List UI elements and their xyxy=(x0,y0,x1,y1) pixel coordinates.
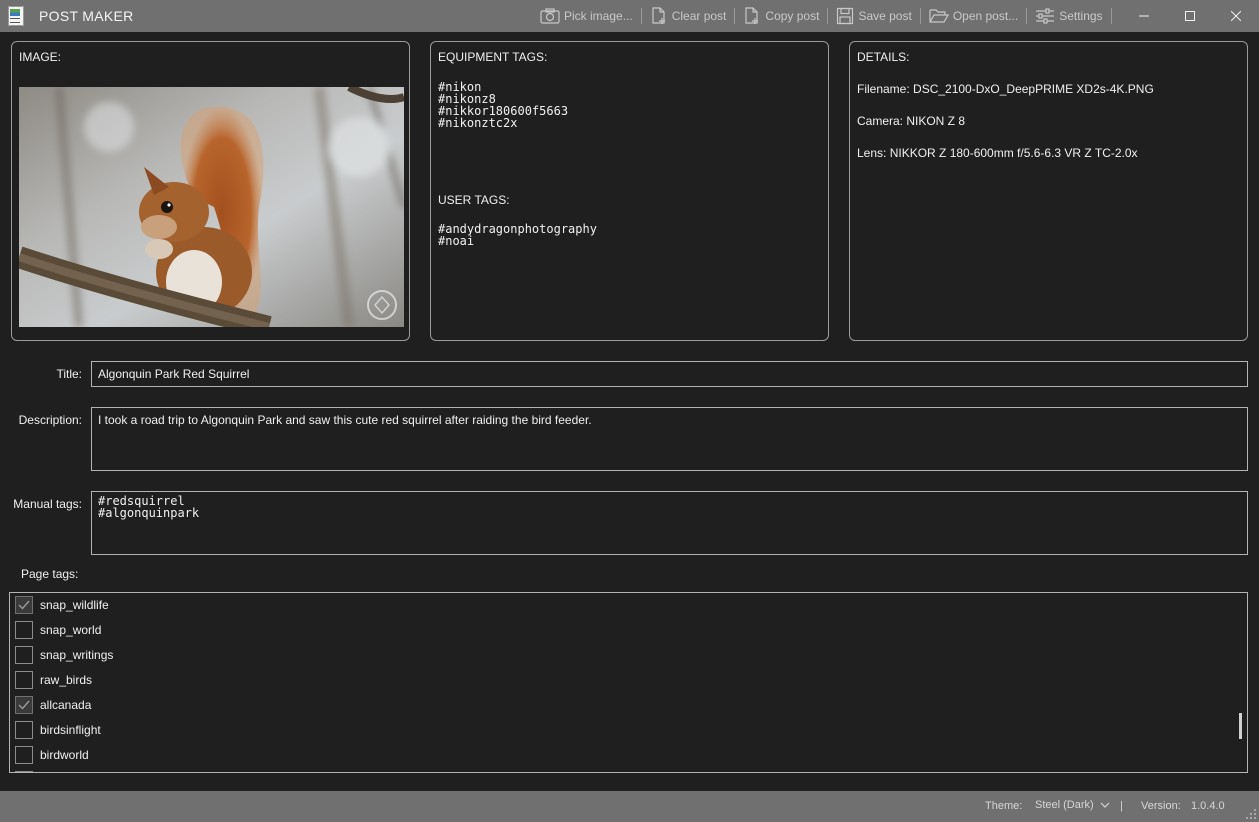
open-post-label: Open post... xyxy=(952,9,1019,23)
copy-post-button[interactable]: Copy post xyxy=(743,0,819,32)
pick-image-label: Pick image... xyxy=(564,9,633,23)
toolbar: Pick image... Clear post Copy post Save … xyxy=(540,0,1120,32)
clear-post-label: Clear post xyxy=(671,9,727,23)
details-heading: DETAILS: xyxy=(857,50,910,64)
checkbox[interactable] xyxy=(15,671,33,689)
status-bar: Theme: Steel (Dark) | Version: 1.0.4.0 xyxy=(0,791,1259,822)
camera-text: Camera: NIKON Z 8 xyxy=(857,114,966,128)
manual-tags-field[interactable]: #redsquirrel #algonquinpark xyxy=(91,491,1248,555)
checkbox[interactable] xyxy=(15,696,33,714)
page-tag-item[interactable]: snap_writings xyxy=(15,645,113,665)
title-field[interactable]: Algonquin Park Red Squirrel xyxy=(91,361,1248,387)
image-heading: IMAGE: xyxy=(19,50,62,64)
toolbar-separator xyxy=(827,8,829,24)
checkbox[interactable] xyxy=(15,746,33,764)
image-panel: IMAGE: xyxy=(11,41,410,341)
copy-post-label: Copy post xyxy=(765,9,820,23)
toolbar-separator xyxy=(640,8,642,24)
user-tags-heading: USER TAGS: xyxy=(438,193,510,207)
manual-tags-label: Manual tags: xyxy=(13,497,82,511)
checkbox[interactable] xyxy=(15,621,33,639)
page-tag-item[interactable]: raw_birds xyxy=(15,670,92,690)
minimize-button[interactable] xyxy=(1121,0,1167,32)
page-tag-label: snap_writings xyxy=(40,648,114,662)
open-post-button[interactable]: Open post... xyxy=(929,0,1018,32)
lens-text: Lens: NIKKOR Z 180-600mm f/5.6-6.3 VR Z … xyxy=(857,146,1138,160)
version-label: Version: xyxy=(1141,800,1181,812)
theme-dropdown[interactable]: Steel (Dark) xyxy=(1035,799,1110,811)
folder-open-icon xyxy=(929,9,949,23)
page-tag-label: snap_wildlife xyxy=(40,598,109,612)
chevron-down-icon xyxy=(1100,802,1110,808)
new-document-icon xyxy=(652,7,665,24)
checkbox[interactable] xyxy=(15,721,33,739)
save-post-button[interactable]: Save post xyxy=(836,0,912,32)
scrollbar-thumb[interactable] xyxy=(1239,713,1242,739)
page-tag-item[interactable]: allcanada xyxy=(15,695,91,715)
equipment-tags-list[interactable]: #nikon #nikonz8 #nikkor180600f5663 #niko… xyxy=(438,81,568,129)
page-tag-label: birdsinflight xyxy=(40,723,101,737)
page-tag-label: snap_world xyxy=(40,623,102,637)
squirrel-photo[interactable] xyxy=(19,87,404,327)
user-tags-list[interactable]: #andydragonphotography #noai xyxy=(438,223,597,247)
checkbox[interactable] xyxy=(15,596,33,614)
toolbar-separator xyxy=(1110,8,1112,24)
maximize-icon xyxy=(1185,11,1195,21)
page-tag-label: allcanada xyxy=(40,698,92,712)
page-tag-item[interactable]: birdsinflight xyxy=(15,720,101,740)
page-tag-item[interactable]: snap_wildlife xyxy=(15,595,109,615)
page-tags-label: Page tags: xyxy=(21,567,79,581)
page-tag-label: raw_birds xyxy=(40,673,93,687)
page-tags-list[interactable]: snap_wildlife snap_world snap_writings r… xyxy=(9,592,1248,773)
theme-value: Steel (Dark) xyxy=(1035,799,1094,811)
resize-grip-icon[interactable] xyxy=(1246,809,1256,819)
clear-post-button[interactable]: Clear post xyxy=(650,0,727,32)
details-panel: DETAILS: Filename: DSC_2100-DxO_DeepPRIM… xyxy=(849,41,1248,341)
close-button[interactable] xyxy=(1213,0,1259,32)
page-tag-item[interactable]: snap_world xyxy=(15,620,101,640)
status-separator: | xyxy=(1120,800,1123,812)
checkbox[interactable] xyxy=(15,771,33,772)
camera-icon xyxy=(540,8,560,24)
app-icon xyxy=(6,5,26,27)
toolbar-separator xyxy=(1026,8,1028,24)
toolbar-separator xyxy=(919,8,921,24)
checkmark-icon xyxy=(18,700,30,710)
description-field[interactable]: I took a road trip to Algonquin Park and… xyxy=(91,407,1248,471)
equipment-tags-panel: EQUIPMENT TAGS: #nikon #nikonz8 #nikkor1… xyxy=(430,41,829,341)
sliders-icon xyxy=(1036,8,1055,24)
theme-label: Theme: xyxy=(985,800,1023,812)
pick-image-button[interactable]: Pick image... xyxy=(540,0,633,32)
description-label: Description: xyxy=(18,413,82,427)
checkmark-icon xyxy=(18,600,30,610)
save-icon xyxy=(837,7,854,25)
settings-label: Settings xyxy=(1059,9,1103,23)
close-icon xyxy=(1231,11,1241,21)
minimize-icon xyxy=(1139,15,1149,17)
maximize-button[interactable] xyxy=(1167,0,1213,32)
page-tag-item[interactable]: birdworld xyxy=(15,745,89,765)
settings-button[interactable]: Settings xyxy=(1035,0,1103,32)
save-post-label: Save post xyxy=(858,9,912,23)
version-value: 1.0.4.0 xyxy=(1191,800,1225,812)
equipment-tags-heading: EQUIPMENT TAGS: xyxy=(438,50,548,64)
page-tag-label: birdworld xyxy=(40,748,89,762)
title-label: Title: xyxy=(56,367,82,381)
toolbar-separator xyxy=(734,8,736,24)
app-title: POST MAKER xyxy=(39,8,134,24)
filename-text: Filename: DSC_2100-DxO_DeepPRIME XD2s-4K… xyxy=(857,82,1154,96)
page-tag-item[interactable] xyxy=(15,770,33,772)
window-controls xyxy=(1121,0,1259,32)
copy-icon xyxy=(745,7,759,24)
title-bar[interactable]: POST MAKER Pick image... Clear post Copy… xyxy=(0,0,1259,32)
checkbox[interactable] xyxy=(15,646,33,664)
